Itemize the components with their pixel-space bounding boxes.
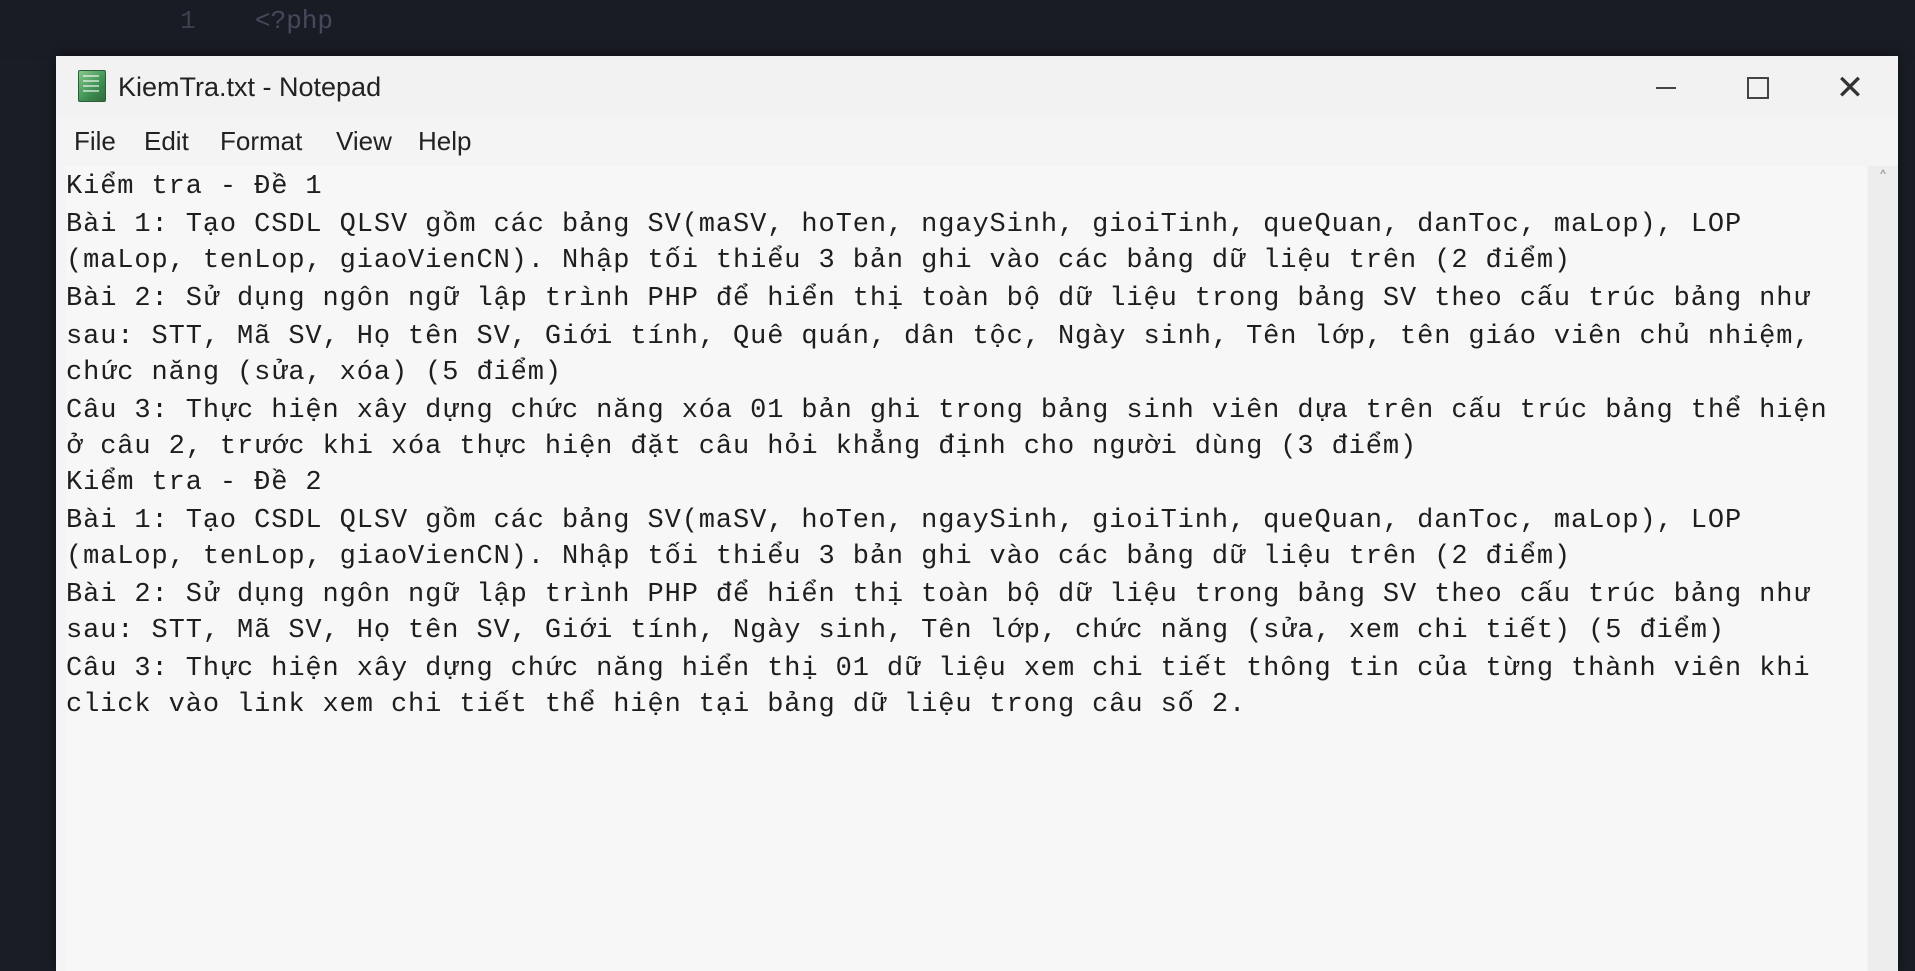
title-bar[interactable]: KiemTra.txt - Notepad ✕ (56, 56, 1898, 118)
notepad-app-icon (78, 70, 106, 102)
minimize-icon (1656, 87, 1676, 89)
text-line: Bài 1: Tạo CSDL QLSV gồm các bảng SV(maS… (66, 210, 1743, 240)
menu-edit[interactable]: Edit (144, 126, 189, 157)
text-line: Kiểm tra - Đề 2 (66, 468, 323, 498)
text-line: Bài 1: Tạo CSDL QLSV gồm các bảng SV(maS… (66, 506, 1743, 536)
code-text: <?php (255, 6, 334, 36)
text-line: Câu 3: Thực hiện xây dựng chức năng xóa … (66, 396, 1828, 426)
text-line: Câu 3: Thực hiện xây dựng chức năng hiển… (66, 654, 1811, 684)
vertical-scrollbar[interactable]: ˄ (1868, 166, 1898, 971)
notepad-window: KiemTra.txt - Notepad ✕ File Edit Format… (56, 56, 1898, 971)
text-line: (maLop, tenLop, giaoVienCN). Nhập tối th… (66, 542, 1572, 572)
text-line: (maLop, tenLop, giaoVienCN). Nhập tối th… (66, 246, 1572, 276)
text-editor-area[interactable]: Kiểm tra - Đề 1 Bài 1: Tạo CSDL QLSV gồm… (66, 166, 1866, 971)
background-code-editor: 1 <?php (0, 0, 1915, 60)
scroll-up-arrow-icon[interactable]: ˄ (1873, 168, 1893, 189)
text-line: sau: STT, Mã SV, Họ tên SV, Giới tính, N… (66, 616, 1725, 646)
menu-help[interactable]: Help (418, 126, 471, 157)
menu-bar: File Edit Format View Help (56, 118, 1898, 164)
minimize-button[interactable] (1620, 60, 1712, 116)
menu-view[interactable]: View (336, 126, 392, 157)
maximize-icon (1747, 77, 1769, 99)
maximize-button[interactable] (1712, 60, 1804, 116)
text-line: chức năng (sửa, xóa) (5 điểm) (66, 358, 562, 388)
close-button[interactable]: ✕ (1804, 60, 1896, 116)
text-line: Bài 2: Sử dụng ngôn ngữ lập trình PHP để… (66, 284, 1811, 314)
text-line: ở câu 2, trước khi xóa thực hiện đặt câu… (66, 432, 1418, 462)
menu-format[interactable]: Format (220, 126, 302, 157)
window-title: KiemTra.txt - Notepad (118, 72, 382, 102)
text-line: Bài 2: Sử dụng ngôn ngữ lập trình PHP để… (66, 580, 1811, 610)
text-line: Kiểm tra - Đề 1 (66, 172, 323, 202)
text-line: click vào link xem chi tiết thể hiện tại… (66, 690, 1247, 720)
text-line: sau: STT, Mã SV, Họ tên SV, Giới tính, Q… (66, 322, 1811, 352)
line-number: 1 (180, 6, 196, 36)
close-icon: ✕ (1835, 68, 1865, 108)
menu-file[interactable]: File (74, 126, 116, 157)
